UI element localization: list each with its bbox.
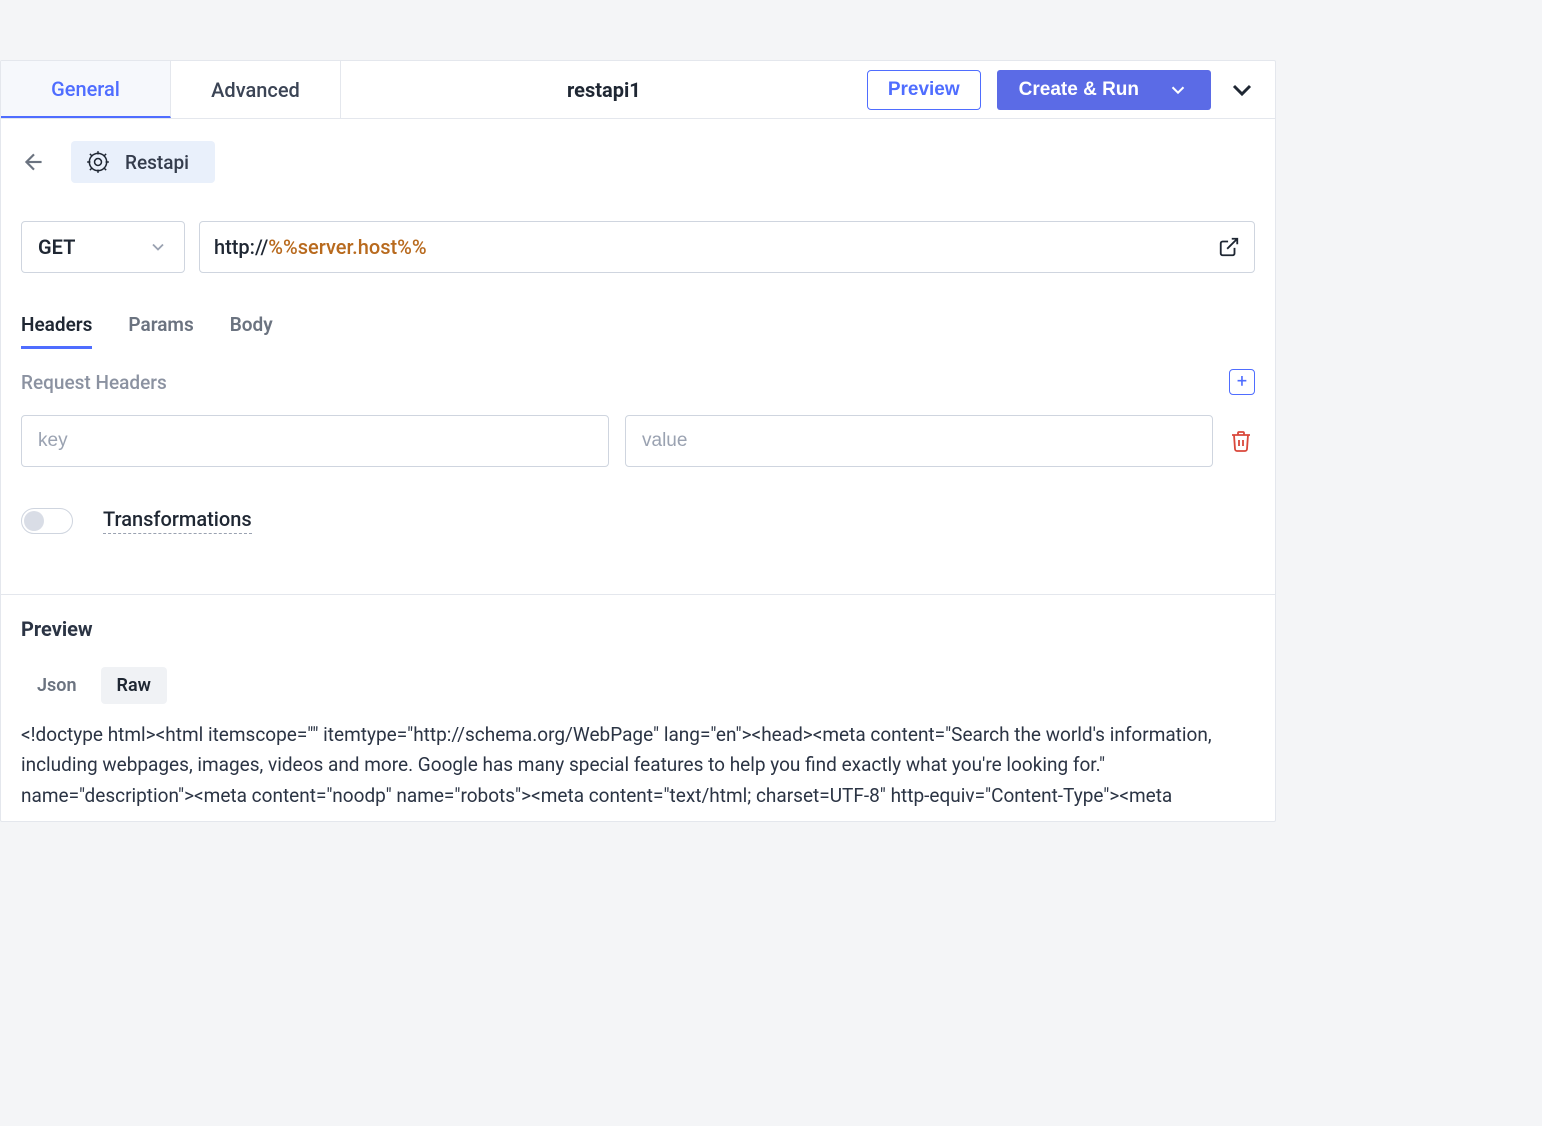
trash-icon — [1229, 429, 1253, 453]
chevron-down-icon — [1167, 79, 1189, 101]
toggle-knob — [24, 511, 44, 531]
http-method-value: GET — [38, 235, 75, 259]
open-external-button[interactable] — [1218, 236, 1240, 258]
preview-title: Preview — [21, 617, 1255, 641]
chevron-down-icon — [148, 237, 168, 257]
back-button[interactable] — [21, 149, 47, 175]
preview-raw-content: <!doctype html><html itemscope="" itemty… — [21, 720, 1255, 811]
header-value-input[interactable] — [625, 415, 1213, 467]
url-variable: %%server.host%% — [268, 235, 426, 259]
subtab-body[interactable]: Body — [230, 313, 273, 349]
transformations-label: Transformations — [103, 507, 252, 534]
create-run-label: Create & Run — [1019, 79, 1139, 101]
plus-icon: + — [1237, 373, 1247, 391]
preview-button[interactable]: Preview — [867, 70, 981, 110]
collapse-toggle[interactable] — [1227, 74, 1257, 106]
breadcrumb-chip[interactable]: Restapi — [71, 141, 215, 183]
add-header-button[interactable]: + — [1229, 369, 1255, 395]
external-link-icon — [1218, 236, 1240, 258]
page-title: restapi1 — [341, 61, 867, 118]
request-headers-label: Request Headers — [21, 371, 167, 394]
subtab-headers[interactable]: Headers — [21, 313, 92, 349]
tab-advanced[interactable]: Advanced — [171, 61, 341, 118]
delete-header-button[interactable] — [1229, 429, 1255, 453]
api-gear-icon — [85, 149, 111, 175]
header-key-input[interactable] — [21, 415, 609, 467]
preview-tab-raw[interactable]: Raw — [101, 667, 167, 704]
create-run-button[interactable]: Create & Run — [997, 70, 1211, 110]
url-input[interactable]: http://%%server.host%% — [199, 221, 1255, 273]
preview-tab-json[interactable]: Json — [21, 667, 93, 704]
url-scheme: http:// — [214, 235, 268, 259]
tab-general[interactable]: General — [1, 61, 171, 118]
transformations-toggle[interactable] — [21, 508, 73, 534]
chevron-down-icon — [1226, 74, 1258, 106]
arrow-left-icon — [21, 149, 47, 175]
subtab-params[interactable]: Params — [128, 313, 193, 349]
http-method-select[interactable]: GET — [21, 221, 185, 273]
breadcrumb-label: Restapi — [125, 151, 189, 174]
